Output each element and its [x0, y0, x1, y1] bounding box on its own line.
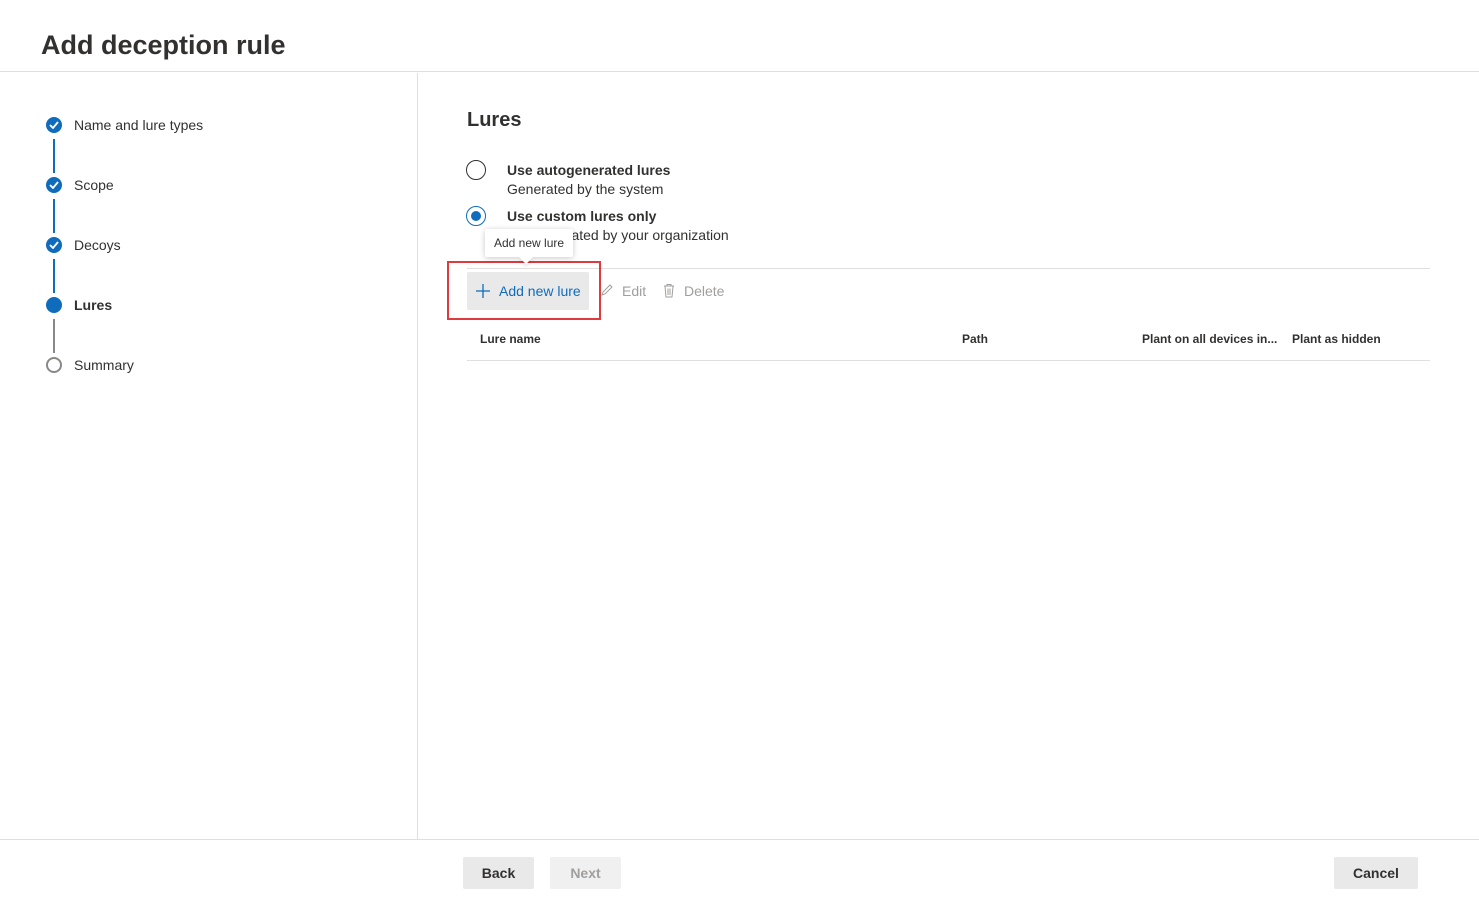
- cancel-button[interactable]: Cancel: [1334, 857, 1418, 889]
- page-title: Add deception rule: [41, 30, 286, 60]
- wizard-step-name-and-lure-types[interactable]: Name and lure types: [0, 113, 418, 137]
- step-label: Decoys: [74, 237, 121, 253]
- step-label: Lures: [74, 297, 113, 313]
- radio-button-selected[interactable]: [466, 206, 486, 226]
- step-completed-check-icon: [46, 117, 62, 133]
- wizard-step-lures[interactable]: Lures: [0, 293, 418, 317]
- step-connector: [53, 259, 55, 293]
- back-button[interactable]: Back: [463, 857, 534, 889]
- radio-description: Generated by the system: [507, 181, 664, 197]
- step-label: Summary: [74, 357, 134, 373]
- column-header-path[interactable]: Path: [962, 332, 988, 346]
- wizard-step-scope[interactable]: Scope: [0, 173, 418, 197]
- panel-header: Add deception rule: [0, 0, 1479, 72]
- main-content: Lures Use autogenerated lures Generated …: [419, 73, 1479, 839]
- wizard-step-summary[interactable]: Summary: [0, 353, 418, 377]
- step-completed-check-icon: [46, 177, 62, 193]
- next-button[interactable]: Next: [550, 857, 621, 889]
- column-header-lure-name[interactable]: Lure name: [480, 332, 541, 346]
- radio-label: Use autogenerated lures: [507, 162, 671, 178]
- trash-icon: [664, 284, 674, 298]
- wizard-steps-pane: Name and lure types Scope Decoys Lures S…: [0, 73, 418, 839]
- step-connector: [53, 139, 55, 173]
- step-current-dot-icon: [46, 297, 62, 313]
- column-header-plant-on-all-devices[interactable]: Plant on all devices in...: [1142, 332, 1277, 346]
- step-pending-circle-icon: [46, 357, 62, 373]
- radio-button[interactable]: [466, 160, 486, 180]
- step-connector: [53, 319, 55, 353]
- section-title: Lures: [467, 109, 522, 131]
- delete-label: Delete: [684, 283, 725, 299]
- edit-label: Edit: [622, 283, 647, 299]
- wizard-step-decoys[interactable]: Decoys: [0, 233, 418, 257]
- toolbar-divider: [467, 268, 1430, 269]
- add-new-lure-tooltip: Add new lure: [485, 229, 574, 257]
- step-completed-check-icon: [46, 237, 62, 253]
- step-connector: [53, 199, 55, 233]
- highlight-box: [447, 261, 601, 320]
- table-header-divider: [467, 360, 1430, 361]
- radio-description: created by your organization: [552, 227, 729, 243]
- column-header-plant-as-hidden[interactable]: Plant as hidden: [1292, 332, 1381, 346]
- step-label: Scope: [74, 177, 114, 193]
- radio-label: Use custom lures only: [507, 208, 657, 224]
- panel-footer: Back Next Cancel: [0, 839, 1479, 901]
- step-label: Name and lure types: [74, 117, 204, 133]
- pencil-icon: [601, 284, 613, 296]
